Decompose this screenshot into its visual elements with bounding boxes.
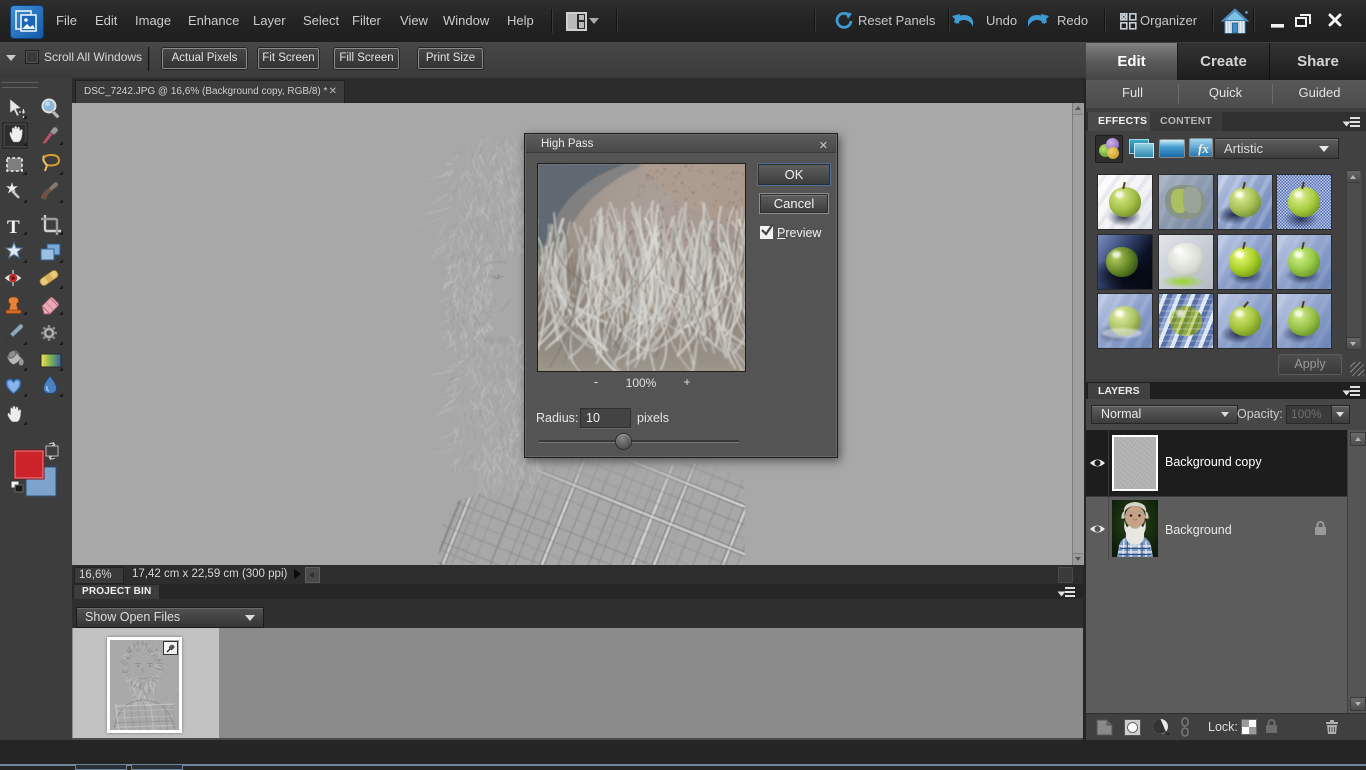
svg-text:T: T [7, 217, 20, 238]
